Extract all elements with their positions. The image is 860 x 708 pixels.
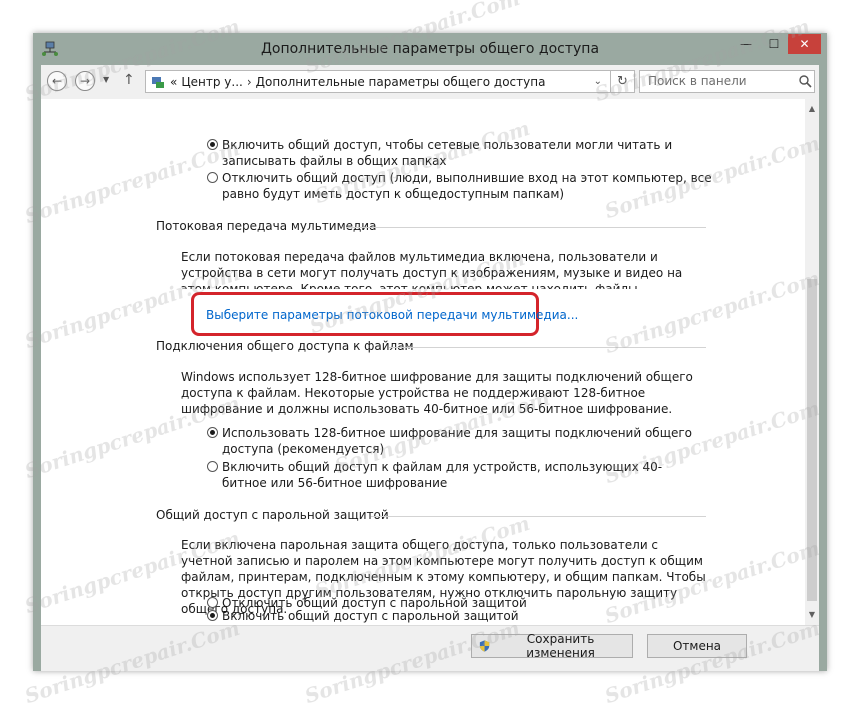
option-sharing-off-label: Отключить общий доступ (люди, выполнивши… — [222, 171, 712, 201]
media-settings-link[interactable]: Выберите параметры потоковой передачи му… — [206, 308, 578, 322]
radio-encryption-40-56[interactable] — [207, 461, 218, 472]
control-panel-icon — [152, 76, 164, 88]
breadcrumb[interactable]: « Центр у... › Дополнительные параметры … — [145, 70, 611, 93]
title-bar[interactable]: Дополнительные параметры общего доступа … — [33, 33, 827, 65]
option-sharing-on-label: Включить общий доступ, чтобы сетевые пол… — [222, 138, 673, 168]
content-area: Включить общий доступ, чтобы сетевые пол… — [41, 99, 819, 625]
option-password-off-label: Отключить общий доступ с парольной защит… — [222, 596, 527, 610]
uac-shield-icon — [479, 640, 490, 652]
radio-password-on[interactable] — [207, 610, 218, 621]
scroll-down-icon[interactable]: ▼ — [805, 607, 819, 621]
section-divider — [371, 516, 706, 517]
minimize-button[interactable]: — — [733, 34, 759, 54]
encryption-description: Windows использует 128-битное шифрование… — [181, 370, 693, 416]
media-description: Если потоковая передача файлов мультимед… — [181, 250, 683, 289]
search-icon[interactable] — [799, 75, 812, 88]
section-divider — [346, 227, 706, 228]
breadcrumb-separator: « — [170, 74, 178, 89]
scrollbar-thumb[interactable] — [807, 279, 817, 601]
forward-arrow-icon[interactable]: → — [75, 71, 95, 91]
breadcrumb-chevron-icon: › — [246, 74, 252, 89]
back-arrow-icon[interactable]: ← — [47, 71, 67, 91]
footer-bar: Сохранить изменения Отмена — [41, 625, 819, 671]
cancel-button[interactable]: Отмена — [647, 634, 747, 658]
radio-sharing-on[interactable] — [207, 139, 218, 150]
window: Дополнительные параметры общего доступа … — [33, 33, 827, 671]
maximize-button[interactable]: ☐ — [761, 34, 787, 54]
section-title-encryption: Подключения общего доступа к файлам — [156, 339, 414, 353]
media-description-wrap: Если потоковая передача файлов мультимед… — [181, 249, 711, 289]
vertical-scrollbar[interactable]: ▲ ▼ — [805, 99, 819, 625]
search-input[interactable]: Поиск в панели управления — [639, 70, 815, 109]
section-title-password: Общий доступ с парольной защитой — [156, 508, 389, 522]
option-encryption-128-label: Использовать 128-битное шифрование для з… — [222, 426, 693, 456]
radio-encryption-128[interactable] — [207, 427, 218, 438]
refresh-button[interactable]: ↻ — [611, 70, 635, 93]
breadcrumb-root[interactable]: Центр у... — [181, 75, 243, 89]
address-bar: ← → ▼ ↑ « Центр у... › Дополнительные па… — [41, 65, 819, 109]
window-title: Дополнительные параметры общего доступа — [260, 41, 600, 57]
radio-sharing-off[interactable] — [207, 172, 218, 183]
option-encryption-40-56-label: Включить общий доступ к файлам для устро… — [222, 460, 663, 490]
save-changes-label: Сохранить изменения — [526, 632, 595, 660]
section-title-media: Потоковая передача мультимедиа — [156, 219, 377, 233]
save-changes-button[interactable]: Сохранить изменения — [471, 632, 633, 660]
recent-dropdown-icon[interactable]: ▼ — [103, 75, 109, 84]
address-dropdown-icon[interactable]: ⌄ — [594, 76, 602, 87]
scroll-up-icon[interactable]: ▲ — [805, 101, 819, 115]
radio-password-off[interactable] — [207, 597, 218, 608]
breadcrumb-current[interactable]: Дополнительные параметры общего доступа — [256, 75, 546, 89]
close-button[interactable]: ✕ — [788, 34, 821, 54]
section-divider — [389, 347, 706, 348]
up-arrow-icon[interactable]: ↑ — [123, 72, 135, 88]
